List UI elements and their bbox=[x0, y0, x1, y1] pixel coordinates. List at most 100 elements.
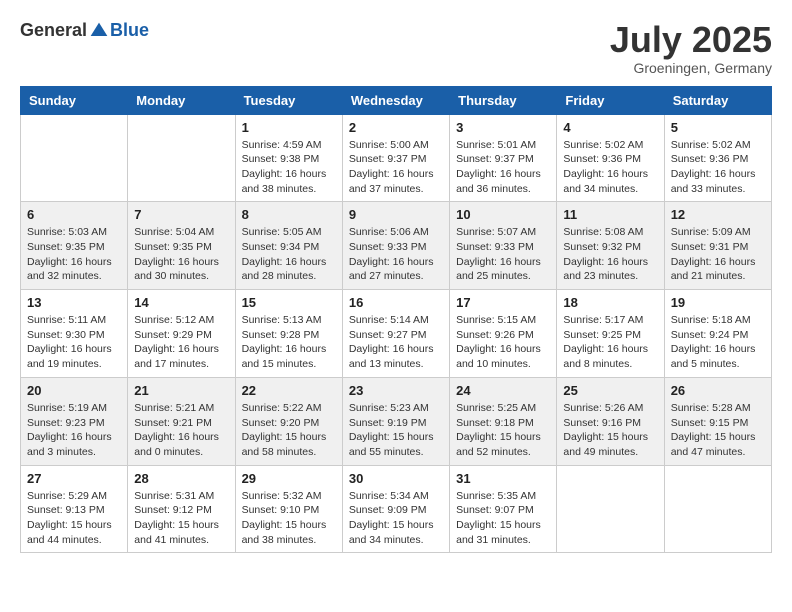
day-detail: Sunrise: 5:08 AM Sunset: 9:32 PM Dayligh… bbox=[563, 225, 657, 284]
day-detail: Sunrise: 5:29 AM Sunset: 9:13 PM Dayligh… bbox=[27, 489, 121, 548]
day-detail: Sunrise: 5:21 AM Sunset: 9:21 PM Dayligh… bbox=[134, 401, 228, 460]
day-number: 23 bbox=[349, 383, 443, 398]
calendar-cell: 24 Sunrise: 5:25 AM Sunset: 9:18 PM Dayli… bbox=[450, 377, 557, 465]
day-detail: Sunrise: 5:11 AM Sunset: 9:30 PM Dayligh… bbox=[27, 313, 121, 372]
calendar-cell: 17 Sunrise: 5:15 AM Sunset: 9:26 PM Dayli… bbox=[450, 290, 557, 378]
calendar-cell: 14 Sunrise: 5:12 AM Sunset: 9:29 PM Dayli… bbox=[128, 290, 235, 378]
day-number: 21 bbox=[134, 383, 228, 398]
day-number: 14 bbox=[134, 295, 228, 310]
day-detail: Sunrise: 5:35 AM Sunset: 9:07 PM Dayligh… bbox=[456, 489, 550, 548]
day-detail: Sunrise: 5:02 AM Sunset: 9:36 PM Dayligh… bbox=[563, 138, 657, 197]
calendar-cell: 30Sunrise: 5:34 AM Sunset: 9:09 PM Dayli… bbox=[342, 465, 449, 553]
column-header-friday: Friday bbox=[557, 86, 664, 114]
calendar-cell: 12 Sunrise: 5:09 AM Sunset: 9:31 PM Dayli… bbox=[664, 202, 771, 290]
day-detail: Sunrise: 5:12 AM Sunset: 9:29 PM Dayligh… bbox=[134, 313, 228, 372]
column-header-monday: Monday bbox=[128, 86, 235, 114]
logo-blue-text: Blue bbox=[110, 20, 149, 41]
calendar-cell: 13 Sunrise: 5:11 AM Sunset: 9:30 PM Dayli… bbox=[21, 290, 128, 378]
calendar-cell: 6Sunrise: 5:03 AM Sunset: 9:35 PM Daylig… bbox=[21, 202, 128, 290]
day-number: 7 bbox=[134, 207, 228, 222]
column-header-wednesday: Wednesday bbox=[342, 86, 449, 114]
day-number: 13 bbox=[27, 295, 121, 310]
logo-general-text: General bbox=[20, 20, 87, 41]
day-number: 3 bbox=[456, 120, 550, 135]
day-number: 28 bbox=[134, 471, 228, 486]
calendar-cell bbox=[664, 465, 771, 553]
day-detail: Sunrise: 5:17 AM Sunset: 9:25 PM Dayligh… bbox=[563, 313, 657, 372]
day-detail: Sunrise: 5:19 AM Sunset: 9:23 PM Dayligh… bbox=[27, 401, 121, 460]
calendar-cell: 3 Sunrise: 5:01 AM Sunset: 9:37 PM Daylig… bbox=[450, 114, 557, 202]
day-detail: Sunrise: 5:02 AM Sunset: 9:36 PM Dayligh… bbox=[671, 138, 765, 197]
day-detail: Sunrise: 5:22 AM Sunset: 9:20 PM Dayligh… bbox=[242, 401, 336, 460]
day-number: 16 bbox=[349, 295, 443, 310]
calendar-cell: 8Sunrise: 5:05 AM Sunset: 9:34 PM Daylig… bbox=[235, 202, 342, 290]
column-header-saturday: Saturday bbox=[664, 86, 771, 114]
calendar-cell: 1Sunrise: 4:59 AM Sunset: 9:38 PM Daylig… bbox=[235, 114, 342, 202]
logo: General Blue bbox=[20, 20, 149, 41]
day-detail: Sunrise: 5:31 AM Sunset: 9:12 PM Dayligh… bbox=[134, 489, 228, 548]
calendar-cell: 19Sunrise: 5:18 AM Sunset: 9:24 PM Dayli… bbox=[664, 290, 771, 378]
day-number: 25 bbox=[563, 383, 657, 398]
calendar-cell: 25 Sunrise: 5:26 AM Sunset: 9:16 PM Dayli… bbox=[557, 377, 664, 465]
calendar-cell: 31Sunrise: 5:35 AM Sunset: 9:07 PM Dayli… bbox=[450, 465, 557, 553]
month-title: July 2025 bbox=[610, 20, 772, 60]
calendar-cell: 29 Sunrise: 5:32 AM Sunset: 9:10 PM Dayli… bbox=[235, 465, 342, 553]
calendar-cell: 10Sunrise: 5:07 AM Sunset: 9:33 PM Dayli… bbox=[450, 202, 557, 290]
day-detail: Sunrise: 5:26 AM Sunset: 9:16 PM Dayligh… bbox=[563, 401, 657, 460]
day-detail: Sunrise: 5:28 AM Sunset: 9:15 PM Dayligh… bbox=[671, 401, 765, 460]
page-header: General Blue July 2025 Groeningen, Germa… bbox=[20, 20, 772, 76]
day-number: 30 bbox=[349, 471, 443, 486]
day-detail: Sunrise: 5:00 AM Sunset: 9:37 PM Dayligh… bbox=[349, 138, 443, 197]
day-detail: Sunrise: 5:07 AM Sunset: 9:33 PM Dayligh… bbox=[456, 225, 550, 284]
location-subtitle: Groeningen, Germany bbox=[610, 60, 772, 76]
logo-icon bbox=[89, 21, 109, 41]
day-detail: Sunrise: 5:23 AM Sunset: 9:19 PM Dayligh… bbox=[349, 401, 443, 460]
calendar-cell: 26 Sunrise: 5:28 AM Sunset: 9:15 PM Dayli… bbox=[664, 377, 771, 465]
day-detail: Sunrise: 5:25 AM Sunset: 9:18 PM Dayligh… bbox=[456, 401, 550, 460]
day-detail: Sunrise: 5:14 AM Sunset: 9:27 PM Dayligh… bbox=[349, 313, 443, 372]
day-number: 22 bbox=[242, 383, 336, 398]
calendar-cell: 4 Sunrise: 5:02 AM Sunset: 9:36 PM Daylig… bbox=[557, 114, 664, 202]
day-number: 29 bbox=[242, 471, 336, 486]
day-number: 5 bbox=[671, 120, 765, 135]
day-detail: Sunrise: 5:05 AM Sunset: 9:34 PM Dayligh… bbox=[242, 225, 336, 284]
calendar-cell: 20Sunrise: 5:19 AM Sunset: 9:23 PM Dayli… bbox=[21, 377, 128, 465]
calendar-cell: 7 Sunrise: 5:04 AM Sunset: 9:35 PM Daylig… bbox=[128, 202, 235, 290]
calendar-cell: 15 Sunrise: 5:13 AM Sunset: 9:28 PM Dayli… bbox=[235, 290, 342, 378]
calendar-header-row: SundayMondayTuesdayWednesdayThursdayFrid… bbox=[21, 86, 772, 114]
day-detail: Sunrise: 5:09 AM Sunset: 9:31 PM Dayligh… bbox=[671, 225, 765, 284]
calendar-cell: 18 Sunrise: 5:17 AM Sunset: 9:25 PM Dayli… bbox=[557, 290, 664, 378]
day-number: 17 bbox=[456, 295, 550, 310]
day-detail: Sunrise: 5:13 AM Sunset: 9:28 PM Dayligh… bbox=[242, 313, 336, 372]
day-number: 24 bbox=[456, 383, 550, 398]
column-header-thursday: Thursday bbox=[450, 86, 557, 114]
day-number: 15 bbox=[242, 295, 336, 310]
calendar-cell: 28 Sunrise: 5:31 AM Sunset: 9:12 PM Dayli… bbox=[128, 465, 235, 553]
calendar-week-row: 1Sunrise: 4:59 AM Sunset: 9:38 PM Daylig… bbox=[21, 114, 772, 202]
day-number: 27 bbox=[27, 471, 121, 486]
calendar-cell bbox=[557, 465, 664, 553]
day-number: 4 bbox=[563, 120, 657, 135]
calendar-week-row: 20Sunrise: 5:19 AM Sunset: 9:23 PM Dayli… bbox=[21, 377, 772, 465]
calendar-cell bbox=[21, 114, 128, 202]
column-header-tuesday: Tuesday bbox=[235, 86, 342, 114]
day-number: 11 bbox=[563, 207, 657, 222]
day-detail: Sunrise: 4:59 AM Sunset: 9:38 PM Dayligh… bbox=[242, 138, 336, 197]
day-detail: Sunrise: 5:03 AM Sunset: 9:35 PM Dayligh… bbox=[27, 225, 121, 284]
calendar-table: SundayMondayTuesdayWednesdayThursdayFrid… bbox=[20, 86, 772, 554]
title-block: July 2025 Groeningen, Germany bbox=[610, 20, 772, 76]
day-number: 26 bbox=[671, 383, 765, 398]
calendar-cell: 22 Sunrise: 5:22 AM Sunset: 9:20 PM Dayli… bbox=[235, 377, 342, 465]
day-number: 2 bbox=[349, 120, 443, 135]
calendar-cell: 2 Sunrise: 5:00 AM Sunset: 9:37 PM Daylig… bbox=[342, 114, 449, 202]
day-number: 18 bbox=[563, 295, 657, 310]
day-number: 9 bbox=[349, 207, 443, 222]
calendar-cell bbox=[128, 114, 235, 202]
day-detail: Sunrise: 5:04 AM Sunset: 9:35 PM Dayligh… bbox=[134, 225, 228, 284]
day-detail: Sunrise: 5:15 AM Sunset: 9:26 PM Dayligh… bbox=[456, 313, 550, 372]
day-number: 12 bbox=[671, 207, 765, 222]
column-header-sunday: Sunday bbox=[21, 86, 128, 114]
day-detail: Sunrise: 5:32 AM Sunset: 9:10 PM Dayligh… bbox=[242, 489, 336, 548]
day-detail: Sunrise: 5:01 AM Sunset: 9:37 PM Dayligh… bbox=[456, 138, 550, 197]
calendar-cell: 11 Sunrise: 5:08 AM Sunset: 9:32 PM Dayli… bbox=[557, 202, 664, 290]
